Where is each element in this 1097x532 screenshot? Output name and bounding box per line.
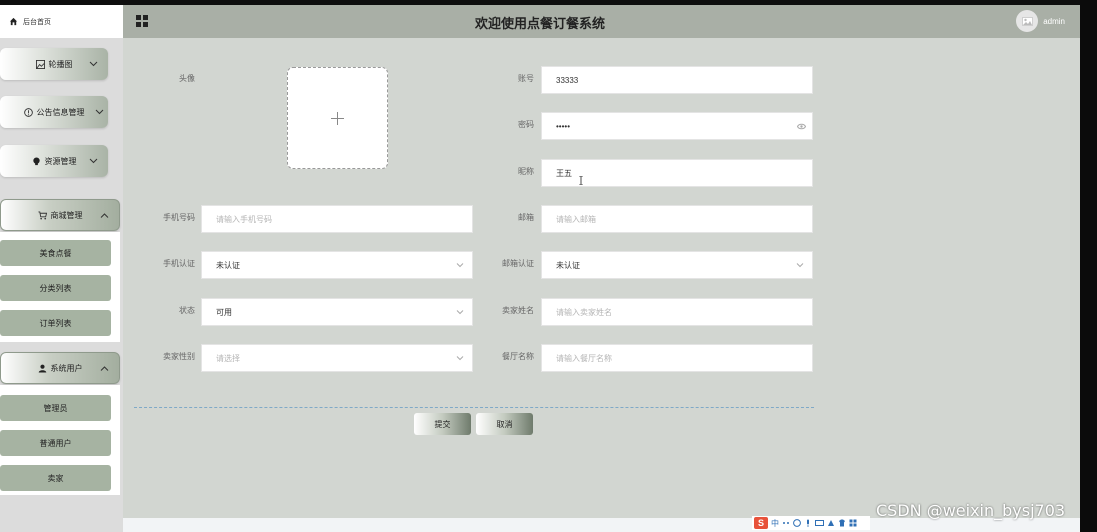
bulb-icon [32, 156, 40, 165]
app-window: 后台首页 欢迎使用点餐订餐系统 admin 轮播图 公告信息管理 资源管理 商城… [0, 5, 1080, 532]
seller-gender-label: 卖家性别 [163, 352, 195, 361]
ime-toolbar[interactable]: S 中 [752, 516, 870, 530]
watermark: CSDN @weixin_bysj703 [876, 501, 1066, 520]
submenu-item-order-list[interactable]: 订单列表 [0, 310, 111, 336]
seller-name-input[interactable]: 请输入卖家姓名 [541, 298, 813, 326]
skin-icon[interactable] [827, 519, 835, 527]
emoji-icon[interactable] [793, 519, 801, 527]
users-submenu: 管理员 普通用户 卖家 [0, 385, 120, 495]
sidebar-menu-label: 系统用户 [50, 363, 83, 373]
sidebar-menu-resources[interactable]: 资源管理 [0, 145, 108, 177]
sidebar-menu-label: 资源管理 [44, 156, 77, 166]
account-label: 账号 [518, 74, 534, 83]
top-bar: 后台首页 欢迎使用点餐订餐系统 admin [0, 5, 1080, 38]
text-cursor-icon [579, 176, 583, 185]
chevron-down-icon [456, 356, 464, 361]
user-icon [38, 364, 46, 373]
app-title: 欢迎使用点餐订餐系统 [474, 16, 605, 31]
submenu-item-normal-user[interactable]: 普通用户 [0, 430, 111, 456]
email-verify-label: 邮箱认证 [502, 259, 534, 268]
phone-verify-select[interactable]: 未认证 [201, 251, 473, 279]
chevron-down-icon [796, 263, 804, 268]
email-input[interactable]: 请输入邮箱 [541, 205, 813, 233]
plus-icon [331, 111, 344, 125]
microphone-icon[interactable] [804, 519, 812, 527]
chevron-down-icon [89, 158, 98, 164]
password-value: ••••• [556, 121, 571, 131]
account-input[interactable]: 33333 [541, 66, 813, 94]
form-divider [134, 407, 814, 408]
user-menu[interactable]: admin [1016, 10, 1065, 32]
sidebar-menu-label: 轮播图 [48, 59, 73, 69]
picture-icon [35, 59, 45, 69]
email-label: 邮箱 [518, 213, 534, 222]
submenu-item-admin[interactable]: 管理员 [0, 395, 111, 421]
status-value: 可用 [216, 307, 232, 317]
chevron-down-icon [456, 263, 464, 268]
keyboard-icon[interactable] [815, 519, 824, 527]
footer-strip [123, 518, 1080, 532]
shirt-icon[interactable] [838, 519, 846, 527]
seller-name-label: 卖家姓名 [502, 306, 534, 315]
nickname-label: 昵称 [518, 167, 534, 176]
eye-icon[interactable] [797, 123, 806, 130]
phone-label: 手机号码 [163, 213, 195, 222]
sidebar: 轮播图 公告信息管理 资源管理 商城管理 美食点餐 分类列表 订单列表 系统用户… [0, 38, 123, 532]
chevron-down-icon [95, 109, 104, 115]
submit-button[interactable]: 提交 [414, 413, 471, 435]
image-icon [1021, 16, 1033, 26]
status-label: 状态 [179, 306, 195, 315]
sidebar-menu-notice[interactable]: 公告信息管理 [0, 96, 108, 128]
submenu-item-seller[interactable]: 卖家 [0, 465, 111, 491]
seller-gender-placeholder: 请选择 [216, 353, 240, 363]
toolbox-icon[interactable] [849, 519, 857, 527]
mall-submenu: 美食点餐 分类列表 订单列表 [0, 232, 120, 342]
ime-language-toggle[interactable]: 中 [771, 518, 779, 529]
status-select[interactable]: 可用 [201, 298, 473, 326]
avatar-upload[interactable] [287, 67, 388, 169]
password-label: 密码 [518, 120, 534, 129]
submenu-item-category-list[interactable]: 分类列表 [0, 275, 111, 301]
cancel-button[interactable]: 取消 [476, 413, 533, 435]
chevron-up-icon [100, 213, 109, 218]
username: admin [1043, 16, 1065, 26]
seller-gender-select[interactable]: 请选择 [201, 344, 473, 372]
sidebar-menu-label: 商城管理 [50, 210, 83, 220]
window-edge [1080, 0, 1097, 532]
phone-input[interactable]: 请输入手机号码 [201, 205, 473, 233]
chevron-down-icon [456, 310, 464, 315]
info-circle-icon [23, 107, 33, 117]
ime-logo[interactable]: S [754, 517, 768, 529]
avatar[interactable] [1016, 10, 1039, 32]
chevron-up-icon [100, 366, 109, 371]
cart-icon [37, 210, 47, 219]
email-verify-value: 未认证 [556, 260, 580, 270]
submenu-item-food-order[interactable]: 美食点餐 [0, 240, 111, 266]
sidebar-menu-carousel[interactable]: 轮播图 [0, 48, 108, 80]
punctuation-icon[interactable] [782, 519, 790, 527]
chevron-down-icon [89, 61, 98, 67]
restaurant-input[interactable]: 请输入餐厅名称 [541, 344, 813, 372]
email-verify-select[interactable]: 未认证 [541, 251, 813, 279]
phone-verify-label: 手机认证 [163, 259, 195, 268]
phone-verify-value: 未认证 [216, 260, 240, 270]
avatar-label: 头像 [179, 74, 195, 83]
sidebar-menu-label: 公告信息管理 [36, 107, 85, 117]
sidebar-menu-mall[interactable]: 商城管理 [0, 199, 120, 231]
main-form-area: 头像 账号 33333 密码 ••••• 昵称 王五 手机号码 请输入手机号码 [123, 38, 1080, 518]
sidebar-menu-system-users[interactable]: 系统用户 [0, 352, 120, 384]
password-input[interactable]: ••••• [541, 112, 813, 140]
restaurant-label: 餐厅名称 [502, 352, 534, 361]
